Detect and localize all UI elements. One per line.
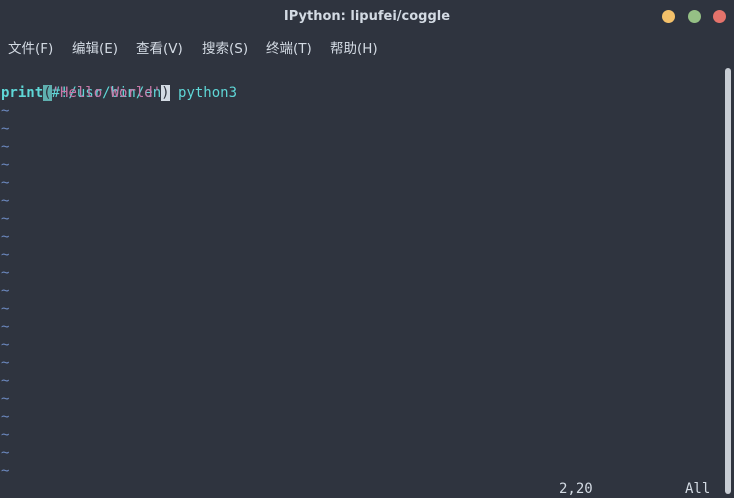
empty-line-tilde: ~ — [1, 319, 10, 335]
scroll-indicator: All — [685, 481, 711, 497]
empty-line-tilde: ~ — [1, 211, 10, 227]
cursor: ) — [161, 85, 170, 101]
empty-line-tilde: ~ — [1, 193, 10, 209]
empty-line-tilde: ~ — [1, 247, 10, 263]
menu-search[interactable]: 搜索(S) — [202, 41, 248, 58]
scrollbar-thumb[interactable] — [725, 68, 731, 494]
empty-line-tilde: ~ — [1, 445, 10, 461]
print-keyword: print — [1, 85, 44, 101]
string-literal: 'Hello World' — [51, 85, 162, 101]
menu-file[interactable]: 文件(F) — [8, 41, 53, 58]
minimize-button[interactable] — [662, 10, 675, 23]
empty-line-tilde: ~ — [1, 337, 10, 353]
scrollbar[interactable] — [724, 64, 734, 498]
empty-line-tilde: ~ — [1, 427, 10, 443]
menu-bar: 文件(F) 编辑(E) 查看(V) 搜索(S) 终端(T) 帮助(H) — [0, 34, 734, 64]
empty-line-tilde: ~ — [1, 391, 10, 407]
menu-terminal[interactable]: 终端(T) — [266, 41, 312, 58]
empty-line-tilde: ~ — [1, 409, 10, 425]
open-paren: ( — [43, 85, 52, 101]
empty-line-tilde: ~ — [1, 265, 10, 281]
empty-line-tilde: ~ — [1, 157, 10, 173]
empty-line-tilde: ~ — [1, 355, 10, 371]
empty-line-tilde: ~ — [1, 139, 10, 155]
empty-line-tilde: ~ — [1, 283, 10, 299]
code-line-1: #!/usr/bin/env python3 — [1, 66, 237, 101]
empty-line-tilde: ~ — [1, 463, 10, 479]
empty-line-tilde: ~ — [1, 103, 10, 119]
window-title: IPython: lipufei/coggle — [283, 9, 451, 24]
menu-edit[interactable]: 编辑(E) — [72, 41, 118, 58]
empty-line-tilde: ~ — [1, 373, 10, 389]
empty-line-tilde: ~ — [1, 175, 10, 191]
maximize-button[interactable] — [688, 10, 701, 23]
vim-editor[interactable]: #!/usr/bin/env python3 print('Hello Worl… — [0, 64, 722, 498]
menu-view[interactable]: 查看(V) — [136, 41, 183, 58]
cursor-position: 2,20 — [559, 481, 593, 497]
close-button[interactable] — [713, 10, 726, 23]
empty-line-tilde: ~ — [1, 229, 10, 245]
terminal-window: IPython: lipufei/coggle 文件(F) 编辑(E) 查看(V… — [0, 0, 734, 498]
title-bar[interactable]: IPython: lipufei/coggle — [0, 0, 734, 34]
empty-line-tilde: ~ — [1, 121, 10, 137]
menu-help[interactable]: 帮助(H) — [330, 41, 378, 58]
empty-line-tilde: ~ — [1, 301, 10, 317]
code-line-2: print('Hello World') — [1, 84, 170, 102]
